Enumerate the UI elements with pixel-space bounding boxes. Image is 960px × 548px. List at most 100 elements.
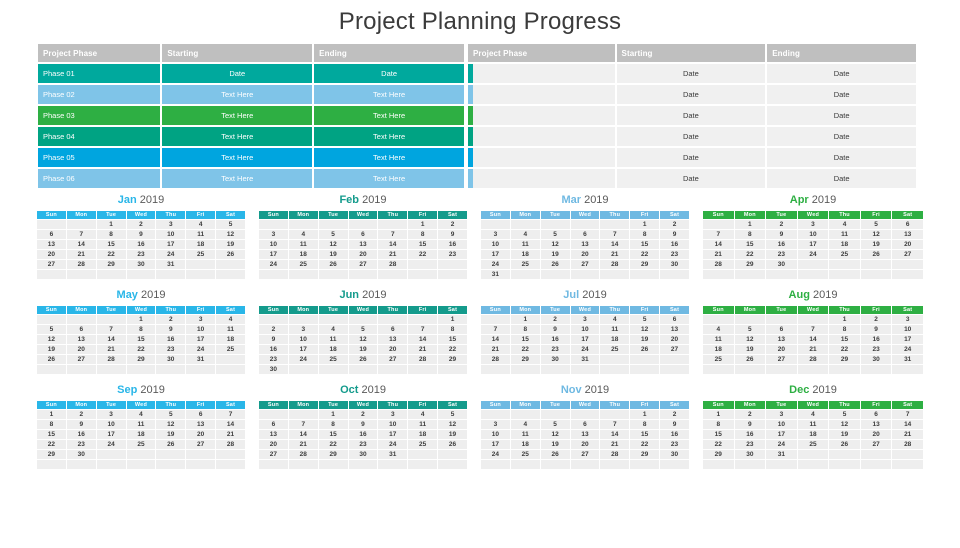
calendar-day-cell[interactable]: 3: [570, 315, 600, 324]
calendar-day-cell[interactable]: 18: [600, 335, 630, 344]
calendar-day-cell[interactable]: 15: [96, 240, 126, 249]
calendar-day-cell[interactable]: 3: [288, 325, 318, 334]
calendar-day-cell[interactable]: 24: [156, 250, 186, 259]
calendar-day-cell[interactable]: 14: [66, 240, 96, 249]
calendar-day-cell[interactable]: 16: [156, 335, 186, 344]
calendar-day-cell[interactable]: 10: [766, 420, 797, 429]
table-row[interactable]: Date Date: [468, 127, 916, 146]
calendar-day-cell[interactable]: 10: [797, 230, 829, 239]
calendar-day-cell[interactable]: 25: [126, 440, 156, 449]
calendar-day-cell[interactable]: 17: [288, 345, 318, 354]
calendar-day-cell[interactable]: 6: [892, 220, 923, 229]
table-row[interactable]: Phase 01 Date Date: [38, 64, 464, 83]
calendar-day-cell[interactable]: 6: [570, 230, 600, 239]
calendar-day-cell[interactable]: 28: [892, 440, 923, 449]
calendar-day-cell[interactable]: 2: [766, 220, 797, 229]
calendar-day-cell[interactable]: 30: [766, 260, 797, 269]
table-row[interactable]: Date Date: [468, 148, 916, 167]
calendar-day-cell[interactable]: 3: [797, 220, 829, 229]
calendar-day-cell[interactable]: 25: [600, 345, 630, 354]
calendar-day-cell[interactable]: 5: [734, 325, 766, 334]
calendar-day-cell[interactable]: 20: [660, 335, 689, 344]
calendar-day-cell[interactable]: 21: [703, 250, 734, 259]
calendar-day-cell[interactable]: 5: [348, 325, 378, 334]
calendar-day-cell[interactable]: 15: [734, 240, 766, 249]
calendar-day-cell[interactable]: 23: [156, 345, 186, 354]
calendar-day-cell[interactable]: 16: [348, 430, 378, 439]
calendar-day-cell[interactable]: 14: [797, 335, 829, 344]
calendar-day-cell[interactable]: 19: [540, 250, 570, 259]
calendar-day-cell[interactable]: 25: [318, 355, 348, 364]
calendar-day-cell[interactable]: 26: [734, 355, 766, 364]
calendar-day-cell[interactable]: 10: [288, 335, 318, 344]
calendar-day-cell[interactable]: 16: [540, 335, 570, 344]
calendar-day-cell[interactable]: 30: [734, 450, 766, 459]
calendar-day-cell[interactable]: 26: [216, 250, 245, 259]
calendar-day-cell[interactable]: 20: [570, 440, 600, 449]
calendar-day-cell[interactable]: 6: [570, 420, 600, 429]
calendar-day-cell[interactable]: 14: [216, 420, 245, 429]
calendar-day-cell[interactable]: 18: [829, 240, 860, 249]
calendar-day-cell[interactable]: 20: [66, 345, 96, 354]
calendar-day-cell[interactable]: 19: [860, 240, 892, 249]
calendar-day-cell[interactable]: 12: [860, 230, 892, 239]
calendar-day-cell[interactable]: 15: [318, 430, 348, 439]
calendar-day-cell[interactable]: 16: [66, 430, 96, 439]
calendar-day-cell[interactable]: 7: [481, 325, 510, 334]
calendar-day-cell[interactable]: 4: [797, 410, 829, 419]
calendar-day-cell[interactable]: 22: [630, 440, 660, 449]
calendar-day-cell[interactable]: 13: [766, 335, 797, 344]
calendar-day-cell[interactable]: 17: [481, 440, 510, 449]
calendar-day-cell[interactable]: 9: [766, 230, 797, 239]
calendar-day-cell[interactable]: 11: [288, 240, 318, 249]
calendar-day-cell[interactable]: 24: [96, 440, 126, 449]
calendar-day-cell[interactable]: 28: [600, 450, 630, 459]
calendar-day-cell[interactable]: 25: [797, 440, 829, 449]
calendar-day-cell[interactable]: 7: [378, 230, 408, 239]
calendar-day-cell[interactable]: 9: [259, 335, 288, 344]
calendar-day-cell[interactable]: 9: [660, 420, 689, 429]
calendar-day-cell[interactable]: 23: [766, 250, 797, 259]
calendar-day-cell[interactable]: 26: [348, 355, 378, 364]
calendar-day-cell[interactable]: 26: [540, 450, 570, 459]
table-row[interactable]: Date Date: [468, 85, 916, 104]
calendar-day-cell[interactable]: 25: [186, 250, 216, 259]
calendar-day-cell[interactable]: 22: [630, 250, 660, 259]
calendar-day-cell[interactable]: 28: [288, 450, 318, 459]
calendar-day-cell[interactable]: 15: [438, 335, 467, 344]
calendar-day-cell[interactable]: 5: [630, 315, 660, 324]
calendar-day-cell[interactable]: 2: [126, 220, 156, 229]
calendar-day-cell[interactable]: 9: [860, 325, 892, 334]
calendar-day-cell[interactable]: 22: [703, 440, 734, 449]
calendar-day-cell[interactable]: 6: [766, 325, 797, 334]
calendar-day-cell[interactable]: 14: [892, 420, 923, 429]
calendar-day-cell[interactable]: 21: [892, 430, 923, 439]
calendar-day-cell[interactable]: 6: [660, 315, 689, 324]
calendar-day-cell[interactable]: 4: [126, 410, 156, 419]
calendar-day-cell[interactable]: 31: [186, 355, 216, 364]
calendar-day-cell[interactable]: 25: [510, 260, 540, 269]
calendar-day-cell[interactable]: 18: [318, 345, 348, 354]
calendar-day-cell[interactable]: 5: [37, 325, 66, 334]
calendar-day-cell[interactable]: 19: [348, 345, 378, 354]
calendar-day-cell[interactable]: 12: [348, 335, 378, 344]
calendar-day-cell[interactable]: 30: [660, 260, 689, 269]
calendar-day-cell[interactable]: 3: [186, 315, 216, 324]
calendar-day-cell[interactable]: 17: [156, 240, 186, 249]
calendar-day-cell[interactable]: 8: [438, 325, 467, 334]
table-row[interactable]: Date Date: [468, 64, 916, 83]
calendar-day-cell[interactable]: 13: [570, 430, 600, 439]
calendar-day-cell[interactable]: 30: [540, 355, 570, 364]
calendar-day-cell[interactable]: 31: [766, 450, 797, 459]
calendar-day-cell[interactable]: 3: [481, 420, 510, 429]
calendar-day-cell[interactable]: 12: [630, 325, 660, 334]
calendar-day-cell[interactable]: 19: [37, 345, 66, 354]
calendar-day-cell[interactable]: 12: [540, 240, 570, 249]
calendar-day-cell[interactable]: 25: [703, 355, 734, 364]
calendar-day-cell[interactable]: 19: [540, 440, 570, 449]
calendar-day-cell[interactable]: 21: [216, 430, 245, 439]
calendar-day-cell[interactable]: 21: [288, 440, 318, 449]
calendar-day-cell[interactable]: 25: [829, 250, 860, 259]
calendar-day-cell[interactable]: 12: [540, 430, 570, 439]
calendar-day-cell[interactable]: 5: [540, 420, 570, 429]
